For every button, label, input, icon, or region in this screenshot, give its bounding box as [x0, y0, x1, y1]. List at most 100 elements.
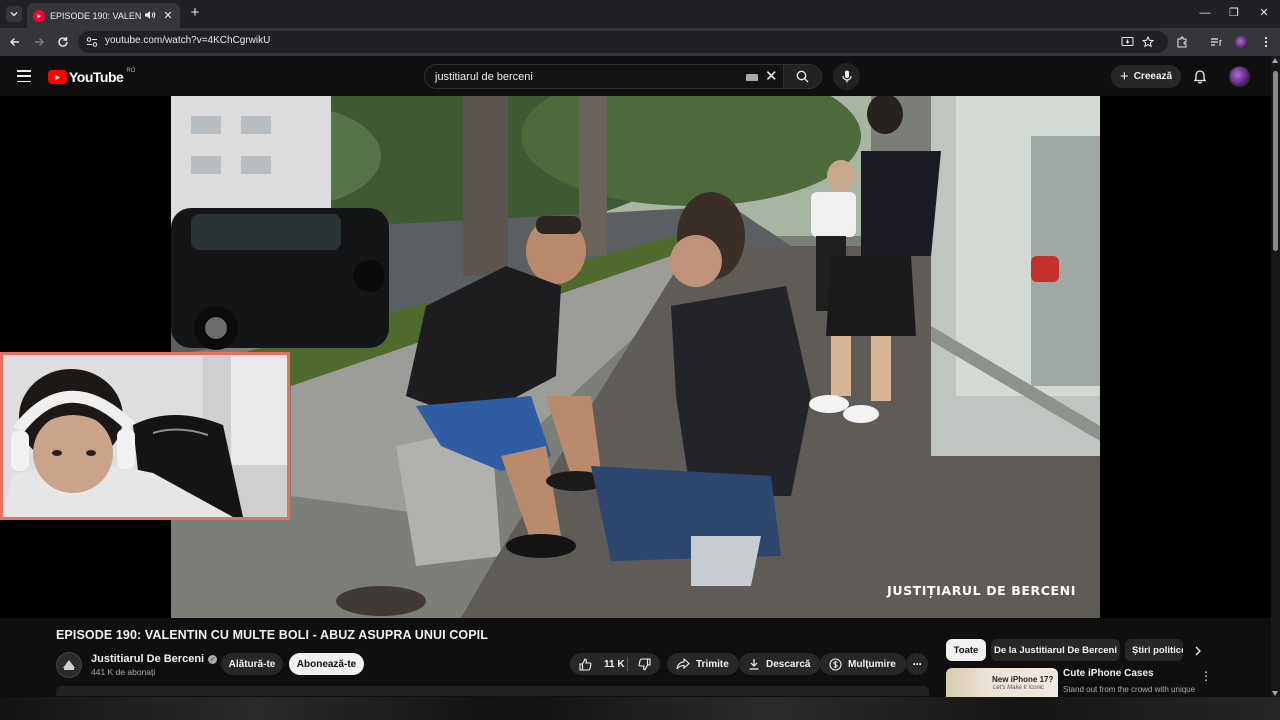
video-player[interactable]: JUSTIȚIARUL DE BERCENI: [0, 96, 1271, 618]
address-bar[interactable]: youtube.com/watch?v=4KChCgrwikU: [78, 31, 1168, 53]
video-frame[interactable]: JUSTIȚIARUL DE BERCENI: [171, 96, 1100, 618]
scroll-down-icon[interactable]: [1272, 691, 1278, 696]
video-title: EPISODE 190: VALENTIN CU MULTE BOLI - AB…: [56, 628, 488, 642]
clear-search-icon[interactable]: ✕: [765, 69, 779, 85]
like-dislike-group: 11 K: [570, 653, 660, 675]
thumbs-up-icon: [579, 658, 592, 671]
puzzle-icon: [1177, 36, 1187, 48]
more-actions-button[interactable]: ···: [906, 653, 928, 675]
bell-icon: [1193, 70, 1207, 84]
youtube-favicon-icon: [33, 9, 45, 22]
install-app-button[interactable]: [1119, 34, 1135, 50]
thanks-dollar-icon: [829, 657, 842, 671]
subscribe-button[interactable]: Abonează-te: [289, 653, 364, 675]
playlist-icon: [1211, 38, 1222, 46]
tab-close-icon[interactable]: ✕: [162, 9, 174, 22]
webcam-image: [3, 355, 287, 517]
share-arrow-icon: [676, 658, 690, 670]
like-button[interactable]: 11 K: [570, 653, 627, 675]
reload-icon: [58, 37, 68, 47]
new-tab-button[interactable]: +: [188, 5, 202, 21]
channel-avatar[interactable]: [56, 652, 82, 678]
close-window-button[interactable]: ✕: [1256, 5, 1272, 21]
voice-search-button[interactable]: [833, 63, 860, 90]
extensions-button[interactable]: [1174, 34, 1190, 50]
download-button[interactable]: Descarcă: [739, 653, 821, 675]
tab-search-button[interactable]: [6, 6, 22, 22]
site-info-icon[interactable]: [85, 35, 99, 49]
bookmark-button[interactable]: [1140, 34, 1156, 50]
search-query-text: justitiarul de berceni: [435, 71, 533, 83]
search-input[interactable]: justitiarul de berceni ✕: [424, 64, 784, 89]
microphone-icon: [841, 70, 852, 83]
kebab-menu-icon: [1264, 36, 1268, 48]
thanks-label: Mulțumire: [848, 658, 896, 670]
chevron-down-icon: [10, 12, 18, 17]
arrow-right-icon: [35, 38, 44, 46]
tab-title: EPISODE 190: VALENTIN CU: [50, 10, 141, 21]
join-button[interactable]: Alătură-te: [221, 653, 283, 675]
subscriber-count: 441 K de abonați: [91, 667, 156, 677]
search-button[interactable]: [784, 64, 822, 89]
channel-watermark: JUSTIȚIARUL DE BERCENI: [887, 583, 1076, 598]
profile-button[interactable]: [1233, 34, 1249, 50]
profile-avatar-icon: [1234, 35, 1248, 49]
reload-button[interactable]: [55, 34, 71, 50]
notifications-button[interactable]: [1192, 68, 1208, 84]
channel-name[interactable]: Justitiarul De Berceni ✓: [91, 653, 218, 665]
create-button[interactable]: + Creează: [1111, 65, 1181, 88]
verified-badge-icon: ✓: [208, 654, 218, 664]
browser-tab-strip: EPISODE 190: VALENTIN CU ✕ + — ❐ ✕: [0, 0, 1280, 28]
reading-list-button[interactable]: [1208, 34, 1224, 50]
share-label: Trimite: [696, 658, 729, 670]
chips-next-button[interactable]: [1190, 643, 1206, 659]
scrollbar-thumb[interactable]: [1273, 71, 1278, 251]
browser-toolbar: youtube.com/watch?v=4KChCgrwikU: [0, 28, 1280, 56]
dislike-button[interactable]: [628, 653, 660, 675]
thanks-button[interactable]: Mulțumire: [820, 653, 906, 675]
arrow-left-icon: [10, 38, 19, 46]
share-button[interactable]: Trimite: [667, 653, 739, 675]
search-icon: [796, 70, 809, 83]
like-count: 11 K: [604, 658, 625, 670]
thumbnail-headline: New iPhone 17?: [992, 675, 1054, 684]
country-code: RO: [126, 68, 136, 74]
install-app-icon: [1121, 37, 1133, 46]
chevron-right-icon: [1195, 646, 1201, 656]
keyboard-icon[interactable]: [746, 74, 758, 81]
youtube-header: YouTube RO justitiarul de berceni ✕ + Cr…: [0, 56, 1280, 96]
minimize-button[interactable]: —: [1197, 5, 1213, 21]
thumbs-down-icon: [637, 657, 651, 670]
recommendation-menu-icon[interactable]: ⋮: [1200, 668, 1212, 684]
account-avatar[interactable]: [1229, 66, 1250, 87]
scroll-up-icon[interactable]: [1272, 58, 1278, 63]
youtube-play-logo-icon: [48, 70, 67, 84]
youtube-logo[interactable]: YouTube RO: [48, 68, 136, 85]
streamer-webcam-overlay: [0, 352, 290, 520]
create-label: Creează: [1133, 71, 1173, 82]
restore-button[interactable]: ❐: [1226, 5, 1242, 21]
recommendation-thumbnail[interactable]: New iPhone 17? Let's Make It Iconic: [946, 668, 1058, 698]
description-box[interactable]: [56, 686, 929, 696]
back-button[interactable]: [7, 34, 23, 50]
thumbnail-subline: Let's Make It Iconic: [993, 685, 1045, 691]
browser-menu-button[interactable]: [1258, 34, 1274, 50]
chip-politics[interactable]: Știri politice: [1125, 639, 1183, 661]
download-icon: [749, 659, 759, 670]
channel-logo-icon: [63, 660, 75, 670]
browser-tab-active[interactable]: EPISODE 190: VALENTIN CU ✕: [27, 3, 180, 28]
hamburger-menu-icon[interactable]: [17, 70, 31, 82]
youtube-wordmark: YouTube: [69, 69, 124, 85]
star-icon: [1142, 36, 1154, 48]
channel-name-text: Justitiarul De Berceni: [91, 653, 205, 665]
page-scrollbar[interactable]: [1271, 56, 1280, 720]
chip-from-channel[interactable]: De la Justitiarul De Berceni: [991, 639, 1120, 661]
url-text: youtube.com/watch?v=4KChCgrwikU: [105, 35, 271, 46]
recommendation-title[interactable]: Cute iPhone Cases: [1063, 668, 1154, 679]
forward-button[interactable]: [31, 34, 47, 50]
plus-icon: +: [1119, 67, 1129, 85]
download-label: Descarcă: [766, 658, 811, 670]
tab-audio-icon[interactable]: [144, 10, 156, 22]
bottom-overlay-strip: [0, 697, 1280, 720]
chip-all[interactable]: Toate: [946, 639, 986, 661]
